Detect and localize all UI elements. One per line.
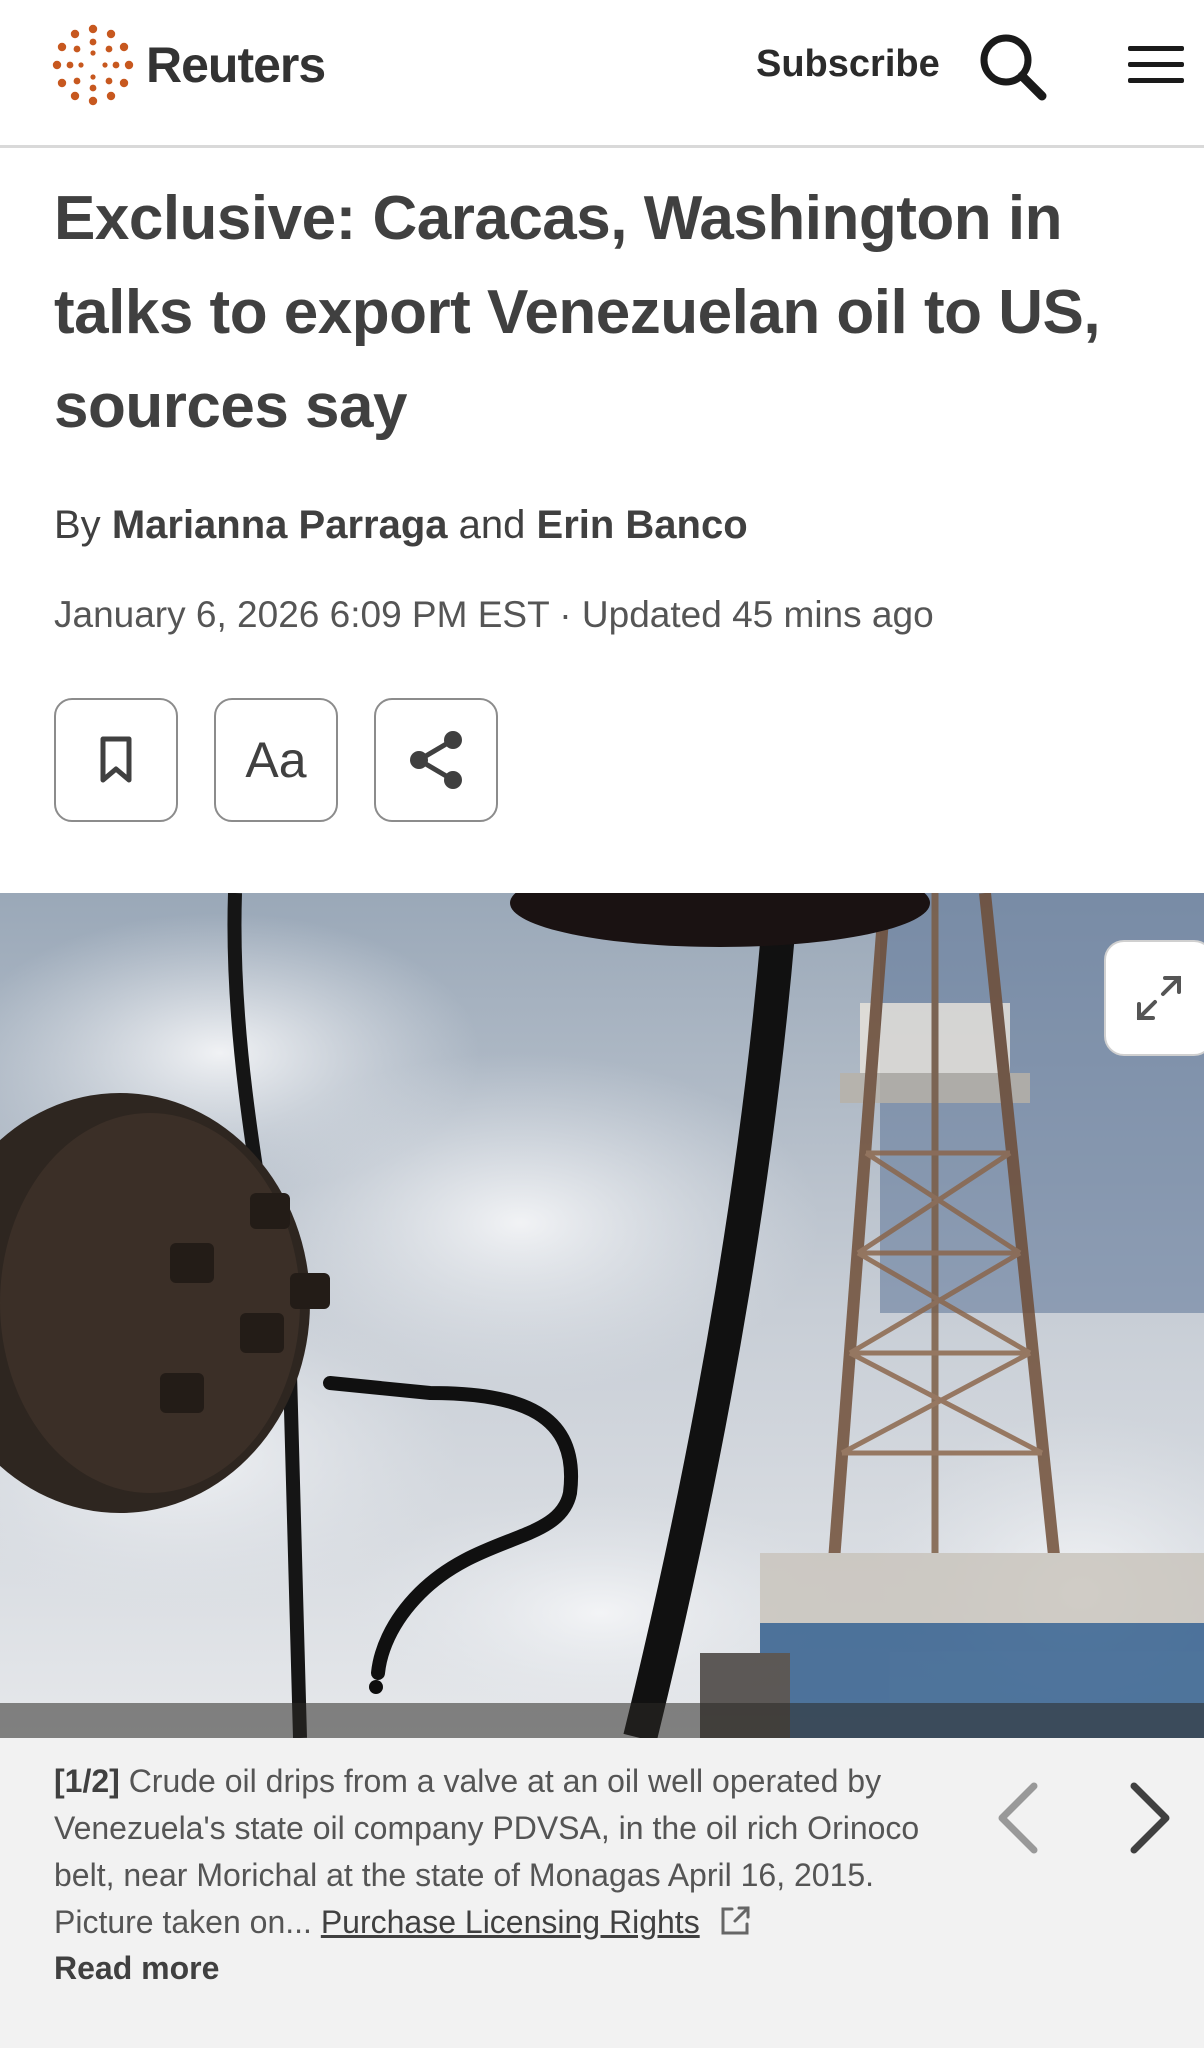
oil-well-photo: [0, 893, 1204, 1738]
updated-time: Updated 45 mins ago: [581, 594, 934, 635]
brand-name: Reuters: [146, 37, 326, 93]
photo-caption-panel: [1/2] Crude oil drips from a valve at an…: [0, 1738, 1204, 2048]
reuters-logo-icon: [52, 24, 134, 106]
share-icon: [410, 731, 462, 789]
previous-photo-button[interactable]: [990, 1778, 1048, 1858]
date-separator: ·: [559, 594, 572, 635]
photo-caption: [1/2] Crude oil drips from a valve at an…: [54, 1758, 934, 1946]
caption-index: [1/2]: [54, 1763, 120, 1799]
next-photo-button[interactable]: [1120, 1778, 1178, 1858]
dateline: January 6, 2026 6:09 PM EST · Updated 45…: [54, 594, 934, 636]
share-button[interactable]: [374, 698, 498, 822]
bookmark-button[interactable]: [54, 698, 178, 822]
article-tools: Aa: [54, 698, 498, 822]
read-more-button[interactable]: Read more: [54, 1950, 219, 1987]
reuters-logo[interactable]: Reuters: [52, 22, 326, 108]
byline: By Marianna Parraga and Erin Banco: [54, 503, 748, 548]
article-photo[interactable]: [0, 893, 1204, 1738]
text-size-button[interactable]: Aa: [214, 698, 338, 822]
purchase-licensing-link[interactable]: Purchase Licensing Rights: [321, 1904, 700, 1940]
expand-photo-button[interactable]: [1104, 940, 1204, 1056]
menu-button[interactable]: [1124, 36, 1188, 92]
subscribe-link[interactable]: Subscribe: [756, 36, 940, 92]
author-link-banco[interactable]: Erin Banco: [537, 503, 748, 547]
chevron-left-icon: [998, 1782, 1038, 1854]
expand-icon: [1137, 976, 1181, 1020]
external-link-icon: [721, 1906, 750, 1935]
site-header: Reuters Subscribe: [0, 0, 1204, 148]
text-size-label: Aa: [245, 732, 307, 788]
chevron-right-icon: [1130, 1782, 1170, 1854]
search-button[interactable]: [976, 30, 1048, 102]
byline-joiner: and: [458, 503, 526, 547]
article-headline: Exclusive: Caracas, Washington in talks …: [54, 184, 1101, 441]
bookmark-icon: [100, 736, 132, 783]
author-link-parraga[interactable]: Marianna Parraga: [112, 503, 448, 547]
byline-prefix: By: [54, 503, 101, 547]
hamburger-menu-icon: [1128, 46, 1184, 83]
search-icon: [980, 34, 1047, 101]
publish-date: January 6, 2026 6:09 PM EST: [54, 594, 550, 635]
